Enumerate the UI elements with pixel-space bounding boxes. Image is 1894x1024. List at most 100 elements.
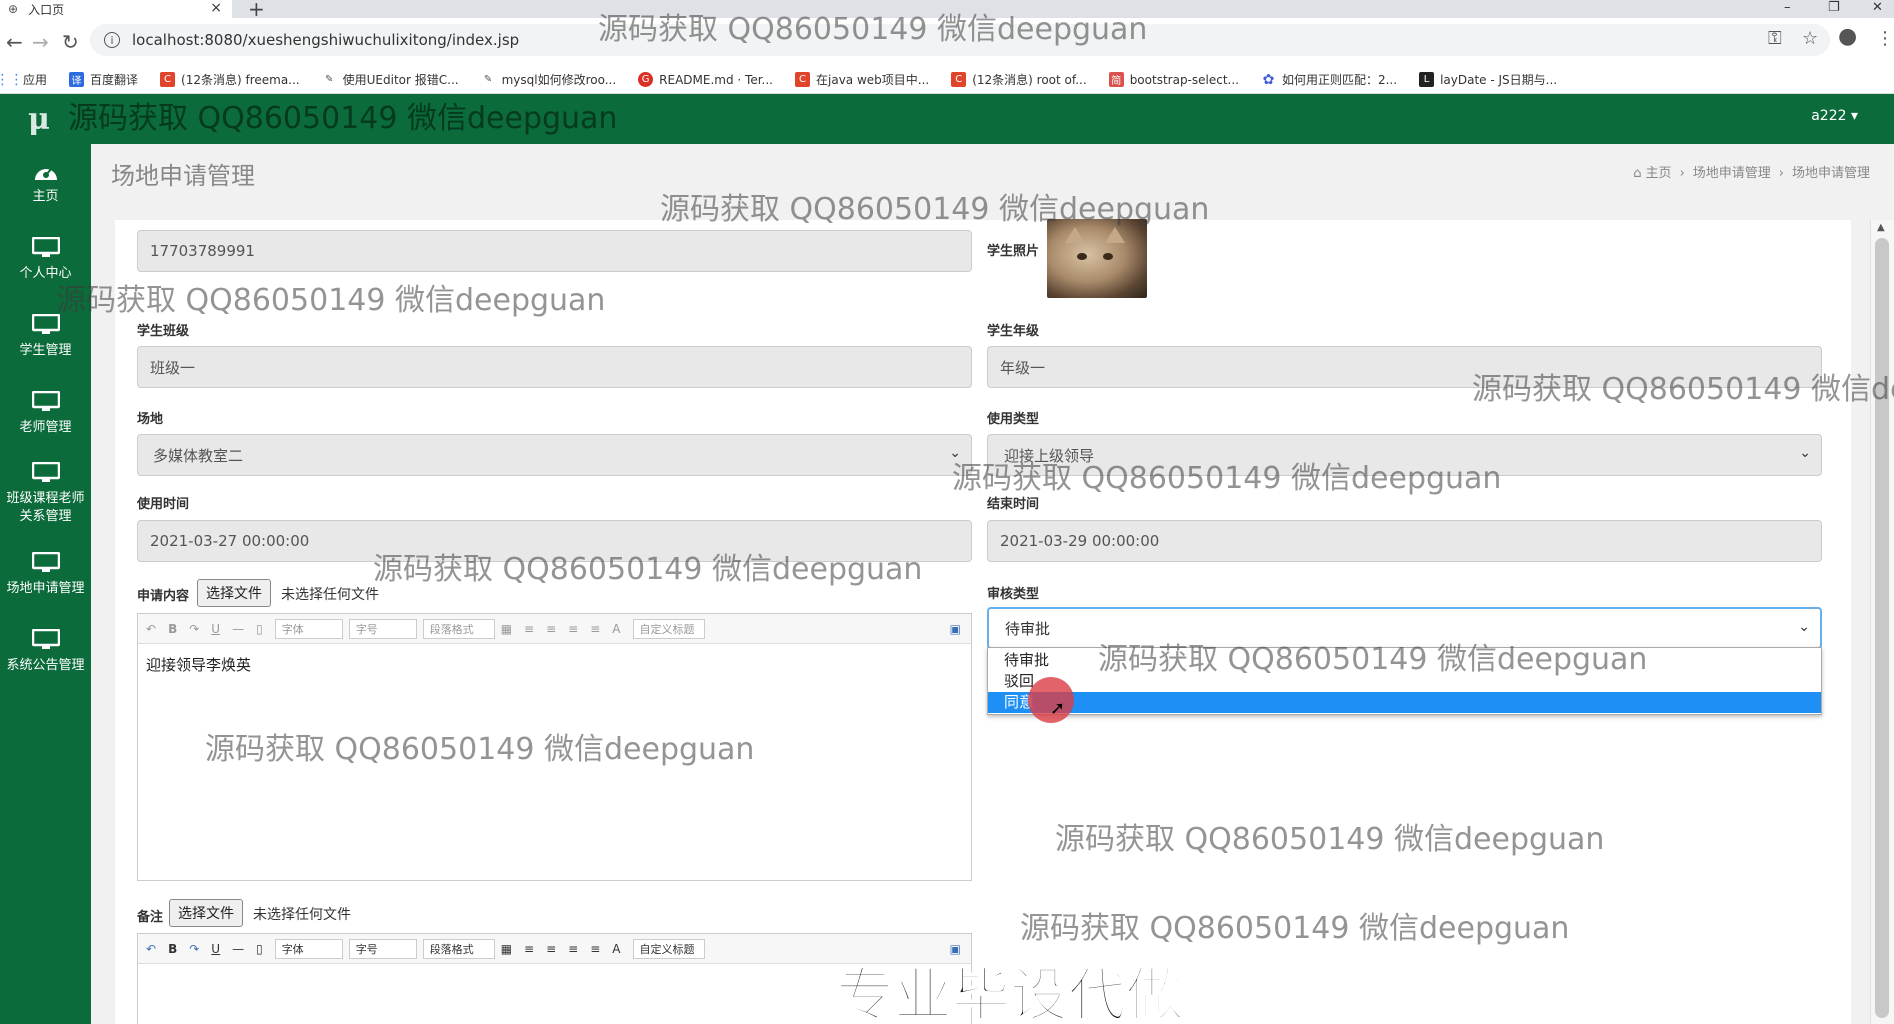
user-menu[interactable]: a222 ▾ <box>1811 108 1858 124</box>
justify-icon[interactable]: ≡ <box>590 942 600 956</box>
underline-button[interactable]: U <box>211 942 220 956</box>
menu-dots-icon[interactable]: ⋮ <box>1876 28 1894 49</box>
breadcrumb-section[interactable]: 场地申请管理 <box>1693 166 1771 181</box>
class-field[interactable]: 班级一 <box>137 346 972 388</box>
key-icon[interactable]: ⚿ <box>1768 28 1782 49</box>
restore-icon[interactable]: ❐ <box>1828 0 1840 15</box>
custom-title-select[interactable]: 自定义标题 <box>632 938 705 959</box>
monitor-icon <box>31 628 60 649</box>
remark-file-button[interactable]: 选择文件 <box>169 899 243 927</box>
bookmark-item[interactable]: C 在java web项目中... <box>795 71 929 88</box>
align-right-icon[interactable]: ≡ <box>568 942 578 956</box>
watermark: 源码获取 QQ86050149 微信deepguan <box>373 552 923 587</box>
browser-tab[interactable]: ⊕ 入口页 × <box>0 0 232 18</box>
bookmark-item[interactable]: ⋮⋮应用 <box>0 71 47 88</box>
info-icon[interactable]: i <box>104 32 120 48</box>
font-select[interactable]: 字体 <box>274 618 343 639</box>
monitor-icon <box>31 236 60 257</box>
sidebar-item-class-course-teacher[interactable]: 班级课程老师关系管理 <box>0 452 91 536</box>
bookmark-item[interactable]: C (12条消息) root of... <box>951 71 1087 88</box>
table-icon[interactable]: ▦ <box>501 942 512 956</box>
watermark: 源码获取 QQ86050149 微信deepguan <box>952 461 1502 496</box>
undo-icon[interactable]: ↶ <box>146 622 156 636</box>
class-label: 学生班级 <box>137 324 190 339</box>
dashboard-icon <box>34 166 57 180</box>
bookmark-item[interactable]: LlayDate - JS日期与... <box>1419 71 1557 88</box>
hr-icon[interactable]: — <box>232 942 244 956</box>
bookmark-item[interactable]: 译百度翻译 <box>69 71 138 88</box>
size-select[interactable]: 字号 <box>348 618 417 639</box>
apps-grid-icon: ⋮⋮ <box>0 71 24 88</box>
align-left-icon[interactable]: ≡ <box>524 622 534 636</box>
font-color-button[interactable]: A <box>612 622 620 636</box>
size-select[interactable]: 字号 <box>348 938 417 959</box>
content-editor-text[interactable]: 迎接领导李焕英 <box>138 644 971 685</box>
monitor-icon <box>31 551 60 572</box>
end-time-field[interactable]: 2021-03-29 00:00:00 <box>987 520 1822 562</box>
mouse-pointer-icon: ➚ <box>1050 698 1066 719</box>
bookmark-item[interactable]: ✎ mysql如何修改roo... <box>481 71 616 88</box>
bookmark-item[interactable]: C (12条消息) freema... <box>160 71 300 88</box>
forward-icon[interactable]: → <box>32 30 49 54</box>
align-left-icon[interactable]: ≡ <box>524 942 534 956</box>
watermark: 源码获取 QQ86050149 微信deepguan <box>1020 911 1570 946</box>
close-tab-icon[interactable]: × <box>210 0 222 16</box>
bookmarks-bar: ⋮⋮应用 译百度翻译 C(12条消息) freema... ✎使用UEditor… <box>0 66 1894 94</box>
bookmark-favicon: ✎ <box>483 74 493 85</box>
close-window-icon[interactable]: ✕ <box>1872 0 1883 15</box>
redo-icon[interactable]: ↷ <box>189 622 199 636</box>
font-select[interactable]: 字体 <box>274 938 343 959</box>
bookmark-favicon: ✎ <box>324 74 334 85</box>
start-time-label: 使用时间 <box>137 497 190 512</box>
breadcrumb-home[interactable]: 主页 <box>1646 166 1672 181</box>
back-icon[interactable]: ← <box>6 30 23 54</box>
custom-title-select[interactable]: 自定义标题 <box>632 618 705 639</box>
monitor-icon <box>31 390 60 411</box>
sidebar-item-venue-application[interactable]: 场地申请管理 <box>0 536 91 613</box>
justify-icon[interactable]: ≡ <box>590 622 600 636</box>
align-right-icon[interactable]: ≡ <box>568 622 578 636</box>
reload-icon[interactable]: ↻ <box>62 30 79 54</box>
sidebar-item-announcements[interactable]: 系统公告管理 <box>0 613 91 690</box>
venue-label: 场地 <box>137 412 164 427</box>
bold-button[interactable]: B <box>168 942 177 956</box>
page-title: 场地申请管理 <box>111 162 255 190</box>
bookmark-item[interactable]: ✎ 使用UEditor 报错C... <box>322 71 459 88</box>
profile-icon[interactable]: ● <box>1838 24 1857 49</box>
fullscreen-icon[interactable]: ▣ <box>950 622 961 636</box>
scrollbar-thumb[interactable] <box>1875 238 1889 1018</box>
align-center-icon[interactable]: ≡ <box>546 942 556 956</box>
review-option-approve[interactable]: 同意 <box>988 692 1821 713</box>
breadcrumb-current: 场地申请管理 <box>1791 166 1870 181</box>
paragraph-select[interactable]: 段落格式 <box>422 938 495 959</box>
watermark: 源码获取 QQ86050149 微信de <box>1472 372 1894 407</box>
sidebar-item-teachers[interactable]: 老师管理 <box>0 375 91 452</box>
font-color-button[interactable]: A <box>612 942 620 956</box>
underline-button[interactable]: U <box>211 622 220 636</box>
bookmark-item[interactable]: 简 bootstrap-select... <box>1108 72 1239 87</box>
align-center-icon[interactable]: ≡ <box>546 622 556 636</box>
monitor-icon <box>31 462 60 482</box>
content-file-button[interactable]: 选择文件 <box>197 579 271 607</box>
paragraph-select[interactable]: 段落格式 <box>422 618 495 639</box>
redo-icon[interactable]: ↷ <box>189 942 199 956</box>
globe-icon: ⊕ <box>8 2 19 16</box>
watermark: 源码获取 QQ86050149 微信deepguan <box>56 283 606 318</box>
hr-icon[interactable]: — <box>232 622 244 636</box>
sidebar-item-home[interactable]: 主页 <box>0 144 91 221</box>
bold-button[interactable]: B <box>168 622 177 636</box>
page-icon[interactable]: ▯ <box>256 622 263 636</box>
bookmark-favicon: L <box>1419 72 1435 87</box>
phone-field[interactable]: 17703789991 <box>137 230 972 272</box>
scrollbar[interactable]: ▲ <box>1870 220 1894 1024</box>
undo-icon[interactable]: ↶ <box>146 942 156 956</box>
minimize-icon[interactable]: – <box>1784 0 1791 15</box>
bookmark-item[interactable]: ✿ 如何用正则匹配：2... <box>1261 71 1397 88</box>
bookmark-item[interactable]: G README.md · Ter... <box>638 72 773 87</box>
star-icon[interactable]: ☆ <box>1802 28 1818 49</box>
page-icon[interactable]: ▯ <box>256 942 263 956</box>
table-icon[interactable]: ▦ <box>501 622 512 636</box>
venue-select[interactable]: 多媒体教室二 ⌄ <box>137 434 972 476</box>
scroll-up-icon[interactable]: ▲ <box>1877 222 1885 233</box>
watermark: 源码获取 QQ86050149 微信deepguan <box>1098 642 1648 677</box>
